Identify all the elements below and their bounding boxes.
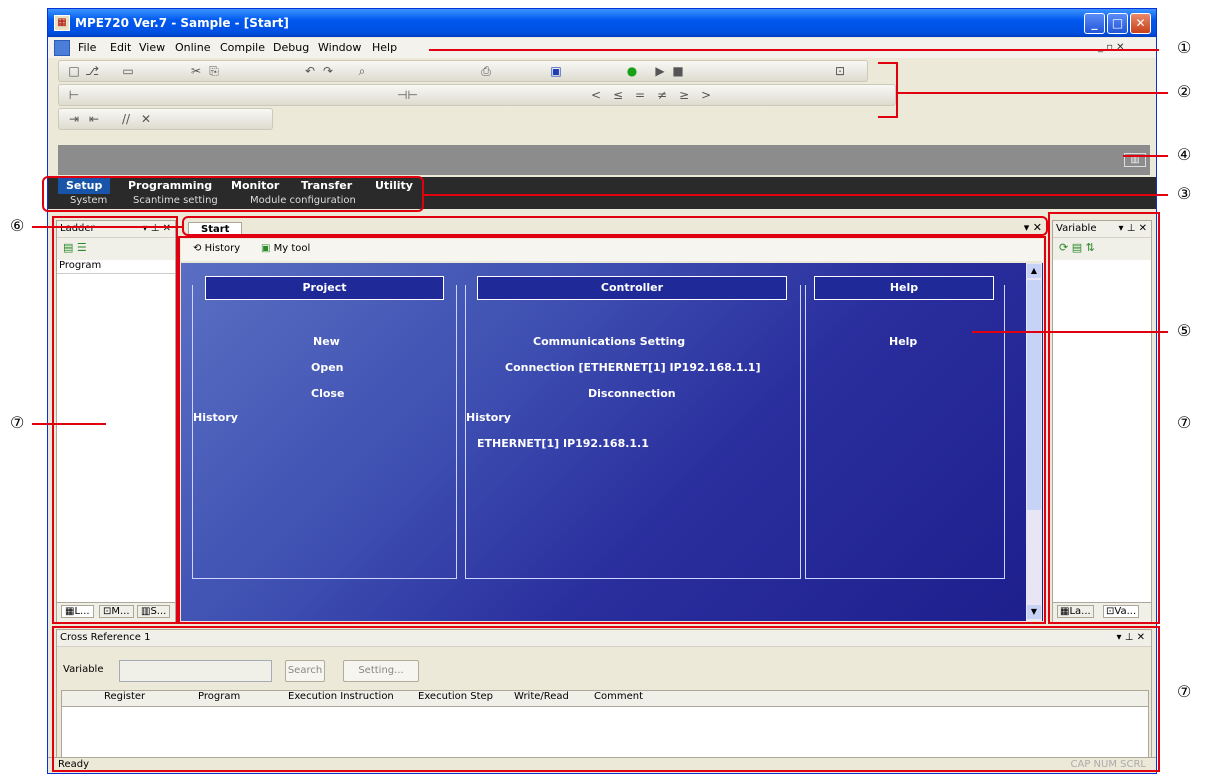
maximize-button[interactable]: □ [1107,13,1128,34]
redo-icon[interactable]: ↷ [321,64,335,78]
menu-bar: File Edit View Online Compile Debug Wind… [48,38,1156,58]
compare-ne-icon[interactable]: ≠ [655,88,669,102]
save-icon[interactable]: ▭ [121,64,135,78]
callout-line-7-left [32,423,106,425]
callout-line-4 [1123,155,1168,157]
menu-app-icon [54,40,70,56]
menu-file[interactable]: File [78,41,96,54]
run-icon[interactable]: ▶ [653,64,667,78]
callout-box-6 [182,216,1048,236]
lock-icon[interactable]: ⊡ [833,64,847,78]
toolbar-row-1: □ ⎇ ▭ ✂ ⎘ ↶ ↷ ⌕ ⎙ ▣ ● ▶ ■ ⊡ [58,60,868,82]
stop-icon[interactable]: ■ [671,64,685,78]
toolbar-row-2: ⊢ ⊣⊢ < ≤ = ≠ ≥ > [58,84,896,106]
app-icon: ▦ [54,15,70,31]
contact-icon[interactable]: ⊢ [67,88,81,102]
compare-ge-icon[interactable]: ≥ [677,88,691,102]
menu-help[interactable]: Help [372,41,397,54]
find-icon[interactable]: ⌕ [355,64,369,78]
toolbar-row-3: ⇥ ⇤ // ✕ [58,108,273,130]
menu-debug[interactable]: Debug [273,41,309,54]
close-button[interactable]: ✕ [1130,13,1151,34]
delete-icon[interactable]: ✕ [139,112,153,126]
open-icon[interactable]: ⎇ [85,64,99,78]
compare-eq-icon[interactable]: = [633,88,647,102]
callout-box-7-left [52,216,178,624]
callout-box-7-right [1048,212,1160,624]
menu-window[interactable]: Window [318,41,361,54]
monitor-icon[interactable]: ▣ [549,64,563,78]
callout-line-3 [424,194,1168,196]
undo-icon[interactable]: ↶ [303,64,317,78]
menu-online[interactable]: Online [175,41,210,54]
print-icon[interactable]: ⎙ [479,64,493,78]
comment-icon[interactable]: // [119,112,133,126]
callout-box-5 [178,236,1046,624]
menu-compile[interactable]: Compile [220,41,265,54]
outdent-icon[interactable]: ⇤ [87,112,101,126]
mdi-controls[interactable]: _ ▫ ✕ [1098,42,1125,53]
cut-icon[interactable]: ✂ [189,64,203,78]
callout-1: ① [1177,38,1192,57]
compare-lt-icon[interactable]: < [589,88,603,102]
copy-icon[interactable]: ⎘ [207,64,221,78]
callout-7-right: ⑦ [1177,413,1192,432]
callout-6: ⑥ [10,216,25,235]
compare-le-icon[interactable]: ≤ [611,88,625,102]
title-bar: ▦ MPE720 Ver.7 - Sample - [Start] _ □ ✕ [48,9,1156,37]
status-display-bar: ▥ [58,145,1150,175]
callout-7-left: ⑦ [10,413,25,432]
connect-icon[interactable]: ● [625,64,639,78]
menu-edit[interactable]: Edit [110,41,131,54]
callout-line-1 [429,49,1159,51]
new-icon[interactable]: □ [67,64,81,78]
coil-icon[interactable]: ⊣⊢ [397,88,418,102]
indent-icon[interactable]: ⇥ [67,112,81,126]
callout-box-7-bottom [52,626,1160,772]
minimize-button[interactable]: _ [1084,13,1105,34]
callout-7-bottom: ⑦ [1177,682,1192,701]
callout-line-2 [898,92,1168,94]
window-title: MPE720 Ver.7 - Sample - [Start] [75,16,289,30]
callout-box-2 [878,62,898,118]
callout-box-3 [42,176,424,212]
callout-5: ⑤ [1177,321,1192,340]
menu-view[interactable]: View [139,41,165,54]
callout-2: ② [1177,82,1192,101]
callout-4: ④ [1177,145,1192,164]
callout-3: ③ [1177,184,1192,203]
compare-gt-icon[interactable]: > [699,88,713,102]
